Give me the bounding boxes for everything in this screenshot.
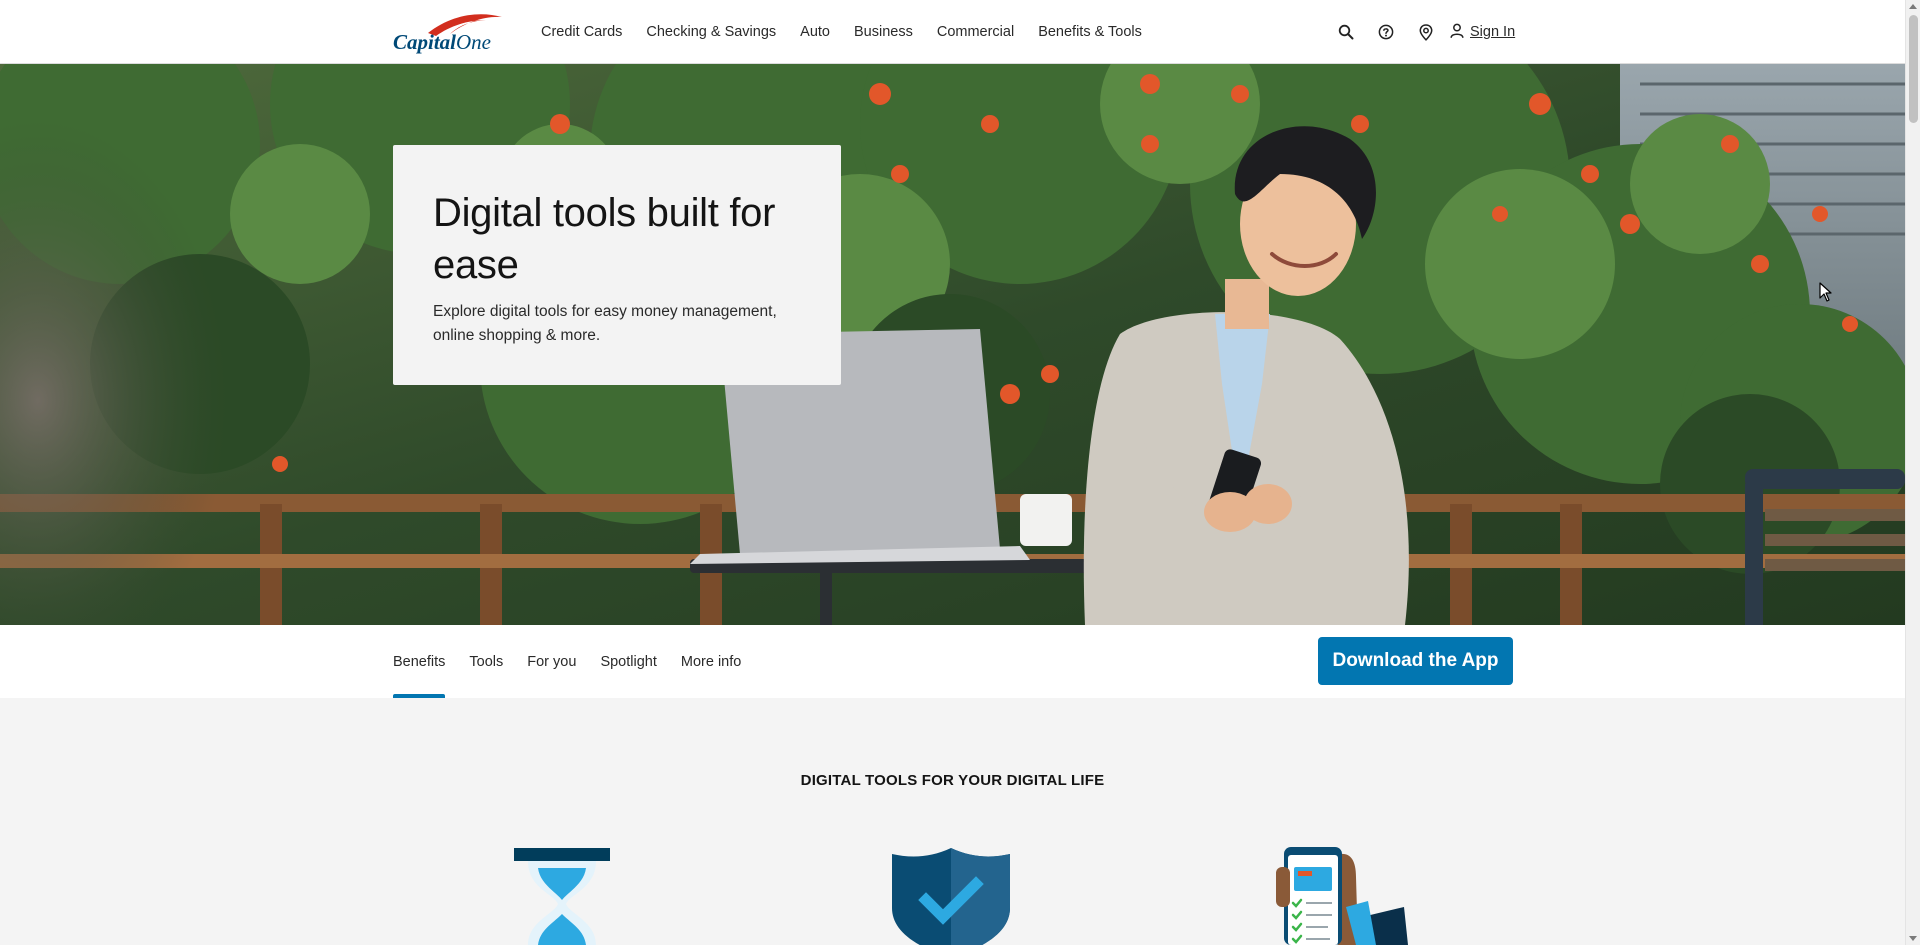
top-navigation: Capital One Credit Cards Checking & Savi… bbox=[0, 0, 1905, 64]
nav-utility-group: Sign In bbox=[1326, 0, 1515, 64]
section-tab-bar: Benefits Tools For you Spotlight More in… bbox=[0, 625, 1905, 698]
hourglass-icon bbox=[514, 848, 612, 945]
svg-text:One: One bbox=[456, 30, 491, 54]
phone-checklist-icon bbox=[1276, 847, 1408, 945]
help-icon[interactable] bbox=[1366, 12, 1406, 52]
benefits-section: DIGITAL TOOLS FOR YOUR DIGITAL LIFE bbox=[0, 698, 1905, 945]
primary-nav: Credit Cards Checking & Savings Auto Bus… bbox=[541, 0, 1142, 64]
nav-benefits-tools[interactable]: Benefits & Tools bbox=[1038, 24, 1142, 40]
search-icon[interactable] bbox=[1326, 12, 1366, 52]
hero-photo bbox=[0, 64, 1905, 625]
mouse-cursor-icon bbox=[1819, 282, 1833, 307]
user-icon bbox=[1450, 23, 1464, 42]
capital-one-logo[interactable]: Capital One bbox=[392, 12, 504, 54]
tab-spotlight[interactable]: Spotlight bbox=[600, 625, 656, 698]
download-app-button[interactable]: Download the App bbox=[1318, 637, 1513, 685]
sign-in-link[interactable]: Sign In bbox=[1450, 23, 1515, 42]
nav-commercial[interactable]: Commercial bbox=[937, 24, 1014, 40]
sign-in-label: Sign In bbox=[1470, 24, 1516, 40]
tab-for-you[interactable]: For you bbox=[527, 625, 576, 698]
tab-benefits[interactable]: Benefits bbox=[393, 625, 446, 698]
nav-auto[interactable]: Auto bbox=[800, 24, 830, 40]
nav-business[interactable]: Business bbox=[854, 24, 913, 40]
section-title: DIGITAL TOOLS FOR YOUR DIGITAL LIFE bbox=[800, 772, 1105, 789]
hero-card: Digital tools built for ease Explore dig… bbox=[393, 145, 841, 385]
hero-banner: Digital tools built for ease Explore dig… bbox=[0, 64, 1905, 625]
hero-title: Digital tools built for ease bbox=[433, 191, 776, 287]
nav-credit-cards[interactable]: Credit Cards bbox=[541, 24, 622, 40]
scroll-up-arrow-icon[interactable] bbox=[1909, 4, 1917, 9]
shield-check-icon bbox=[892, 848, 1010, 945]
section-tabs: Benefits Tools For you Spotlight More in… bbox=[393, 625, 765, 698]
hero-subtitle: Explore digital tools for easy money man… bbox=[433, 303, 777, 344]
page-scrollbar[interactable] bbox=[1905, 0, 1920, 945]
tab-tools[interactable]: Tools bbox=[469, 625, 503, 698]
scrollbar-thumb[interactable] bbox=[1909, 15, 1918, 123]
tab-more-info[interactable]: More info bbox=[681, 625, 741, 698]
location-icon[interactable] bbox=[1406, 12, 1446, 52]
scroll-down-arrow-icon[interactable] bbox=[1909, 936, 1917, 941]
nav-checking-savings[interactable]: Checking & Savings bbox=[646, 24, 776, 40]
svg-text:Capital: Capital bbox=[393, 30, 456, 54]
